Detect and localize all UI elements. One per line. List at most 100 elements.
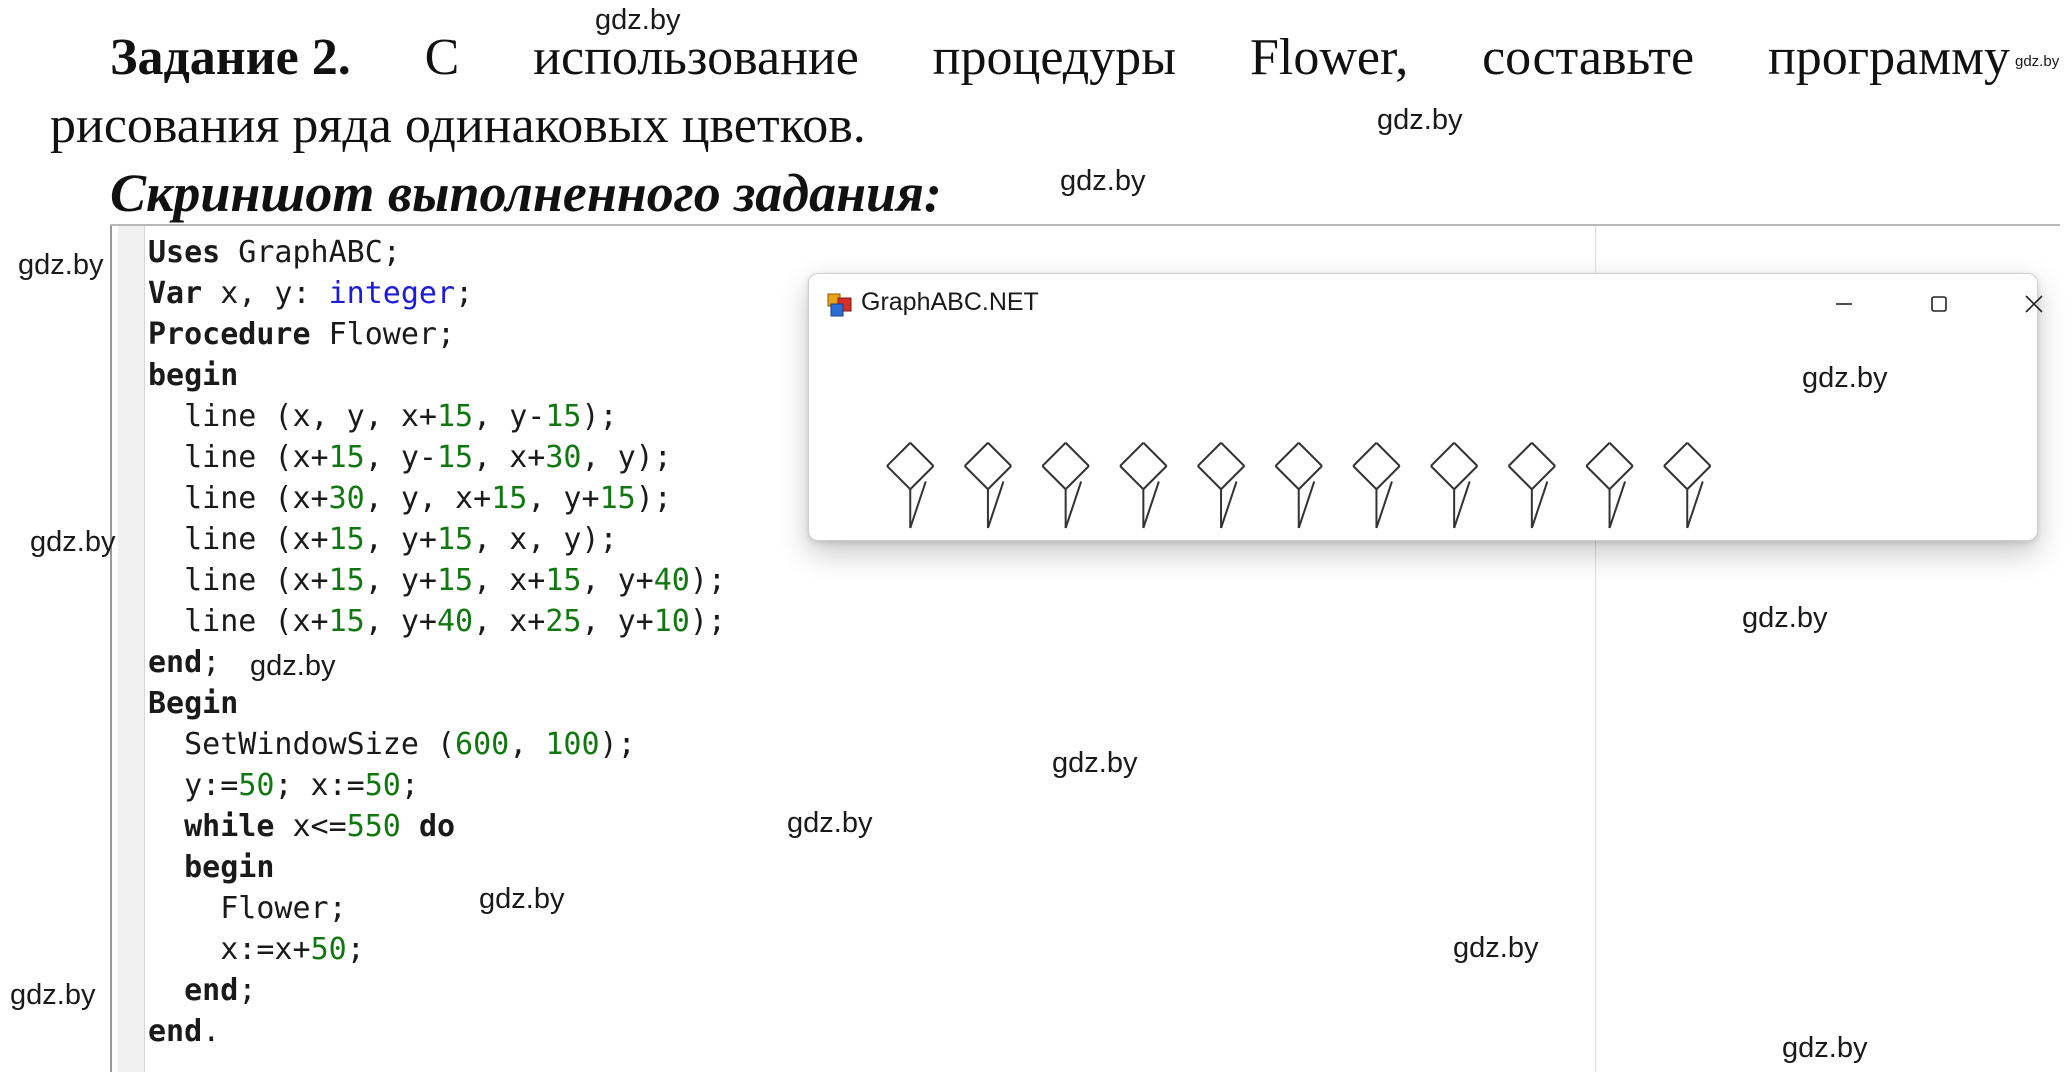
code-line: end; (148, 970, 726, 1011)
flower-line (909, 481, 927, 529)
flower-line (1686, 442, 1712, 467)
flower-line (1352, 465, 1378, 490)
task-line-1: Задание 2. С использование процедуры Flo… (50, 24, 2010, 92)
flower-line (1197, 442, 1222, 467)
code-token: integer (328, 276, 456, 311)
flower-line (1064, 465, 1090, 490)
code-token: , y- (473, 399, 546, 434)
flower-line (1274, 442, 1300, 467)
code-token: , x, y); (473, 522, 618, 557)
code-token: end (184, 973, 239, 1008)
flower-line (1585, 442, 1611, 467)
code-token: Procedure (148, 317, 311, 352)
code-line: begin (148, 355, 726, 396)
flower-line (1297, 481, 1316, 529)
code-token: ; (455, 276, 474, 311)
code-token: 15 (328, 563, 365, 598)
watermark: gdz.by (479, 883, 565, 915)
maximize-button[interactable] (1914, 284, 1964, 324)
flower-line (1663, 442, 1688, 467)
close-icon (2025, 295, 2043, 313)
watermark: gdz.by (787, 807, 873, 839)
watermark: gdz.by (1453, 932, 1539, 964)
minimize-icon (1836, 303, 1852, 305)
flower (1585, 442, 1634, 529)
code-line: SetWindowSize (600, 100); (148, 724, 726, 765)
window-title: GraphABC.NET (861, 288, 1039, 316)
task-line-2: рисования ряда одинаковых цветков. (50, 97, 866, 154)
flower-line (1608, 481, 1626, 529)
flower (1663, 442, 1712, 529)
code-token: Uses (148, 235, 221, 270)
code-token: ; x:= (274, 768, 365, 803)
code-token: 100 (545, 727, 600, 762)
flower-line (963, 465, 989, 490)
code-token: 40 (653, 563, 690, 598)
watermark: gdz.by (18, 249, 104, 281)
code-token: ); (635, 481, 672, 516)
code-token: , y+ (581, 604, 654, 639)
code-text[interactable]: Uses GraphABC; Var x, y: integer; Procedur… (148, 232, 726, 1052)
code-line: y:=50; x:=50; (148, 765, 726, 806)
flower-line (987, 442, 1012, 467)
code-token: begin (184, 850, 275, 885)
watermark: gdz.by (30, 526, 116, 558)
code-token: , y+ (364, 563, 437, 598)
watermark: gdz.by (2015, 53, 2060, 70)
code-line: line (x+30, y, x+15, y+15); (148, 478, 726, 519)
flower-line (1220, 465, 1246, 490)
flower-line (1220, 481, 1238, 529)
flower-line (1298, 442, 1323, 467)
task-word: С (424, 29, 460, 86)
code-token: Begin (148, 686, 239, 721)
code-token: x, y: (202, 276, 329, 311)
flower (1041, 442, 1090, 529)
code-line: end. (148, 1011, 726, 1052)
watermark: gdz.by (250, 650, 336, 682)
code-token: , x+ (473, 604, 546, 639)
code-line: line (x+15, y+15, x+15, y+40); (148, 560, 726, 601)
code-token: 10 (653, 604, 690, 639)
code-token: 15 (437, 563, 474, 598)
flower-line (1064, 442, 1090, 467)
flower-line (1119, 442, 1145, 467)
code-line: line (x, y, x+15, y-15); (148, 396, 726, 437)
code-token: y:= (148, 768, 239, 803)
code-token: end (148, 1014, 203, 1049)
task-word: процедуры (932, 29, 1177, 86)
close-button[interactable] (2009, 284, 2059, 324)
app-icon (827, 293, 852, 317)
code-token: Flower; (310, 317, 456, 352)
code-token: 50 (238, 768, 275, 803)
code-token: Flower; (148, 891, 347, 926)
code-token: , y+ (581, 563, 654, 598)
flower-line (1686, 465, 1712, 490)
code-line: Procedure Flower; (148, 314, 726, 355)
code-token: ); (581, 399, 618, 434)
flower (963, 442, 1012, 529)
code-token: 50 (364, 768, 401, 803)
code-token: ; (202, 645, 221, 680)
code-token: . (202, 1014, 221, 1049)
code-token: begin (148, 358, 239, 393)
code-token: Var (148, 276, 203, 311)
code-line: line (x+15, y+15, x, y); (148, 519, 726, 560)
task-label: Задание 2. (110, 29, 351, 86)
flower-line (1142, 481, 1160, 529)
flower-line (1531, 442, 1556, 467)
code-token: 15 (491, 481, 528, 516)
flower (1274, 442, 1323, 529)
graphabc-window[interactable]: GraphABC.NET (808, 273, 2043, 541)
flower-line (909, 465, 935, 490)
code-token: , x+ (473, 563, 546, 598)
code-token: 15 (328, 440, 365, 475)
watermark: gdz.by (10, 979, 96, 1011)
code-token: x<= (274, 809, 347, 844)
flower (1507, 442, 1556, 529)
watermark: gdz.by (1060, 165, 1146, 197)
flower (886, 442, 935, 529)
task-word: Flower, (1249, 29, 1409, 86)
watermark: gdz.by (1052, 747, 1138, 779)
minimize-button[interactable] (1819, 284, 1869, 324)
